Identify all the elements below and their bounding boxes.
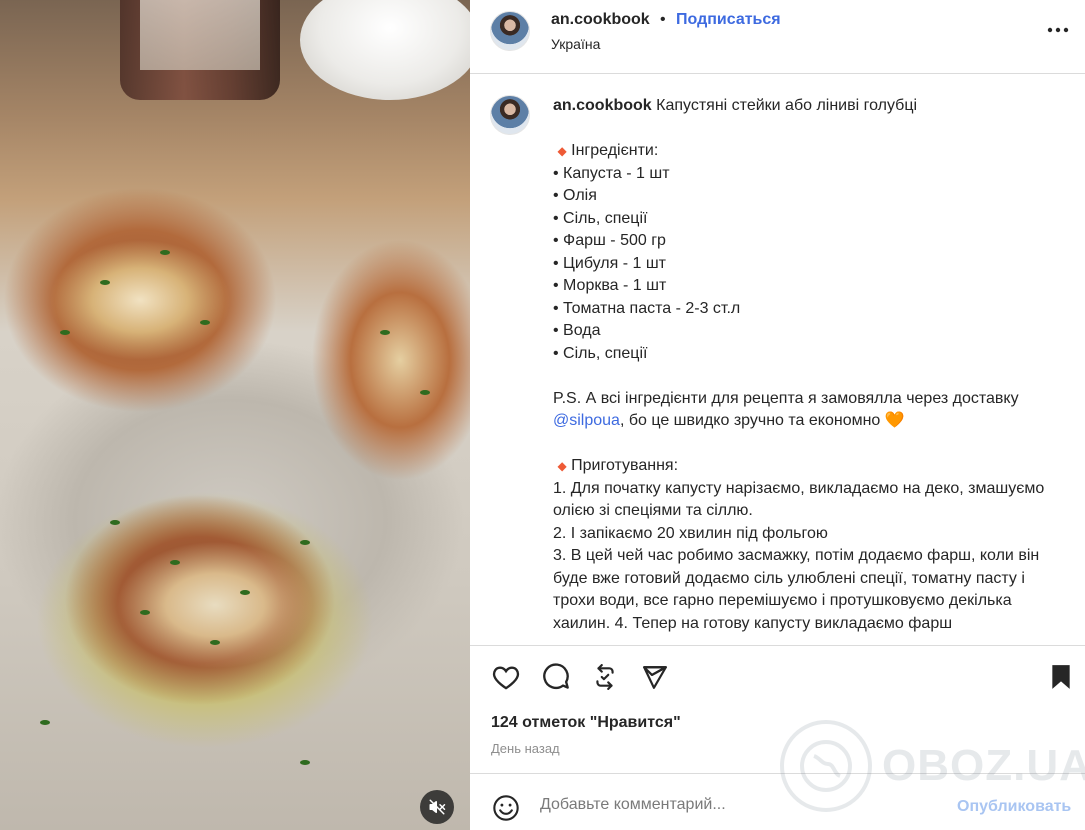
ingredient-item: • Фарш - 500 гр: [553, 232, 666, 249]
bottle-label: [140, 0, 260, 70]
step-item: 1. Для початку капусту нарізаємо, виклад…: [553, 479, 1049, 520]
bowl-background: [300, 0, 470, 100]
header-username[interactable]: an.cookbook: [551, 11, 650, 29]
like-button[interactable]: [490, 661, 522, 693]
diamond-icon: ◆: [557, 459, 567, 473]
ingredient-item: • Сіль, спеції: [553, 344, 648, 362]
follow-button[interactable]: Подписаться: [676, 11, 781, 29]
ingredient-item: • Морква - 1 шт: [553, 277, 667, 294]
send-icon: [643, 666, 667, 689]
post-time: День назад: [491, 741, 560, 756]
publish-button[interactable]: Опубликовать: [957, 798, 1071, 816]
mention-link[interactable]: @silpoua: [553, 412, 620, 429]
comment-bar: Опубликовать: [470, 773, 1085, 830]
step-item: 3. В цей чей час робимо засмажку, потім …: [553, 547, 1044, 632]
avatar[interactable]: [490, 11, 530, 51]
repost-icon: [596, 664, 614, 690]
repost-button[interactable]: [589, 661, 621, 693]
ingredient-item: • Томатна паста - 2-3 ст.л: [553, 299, 741, 317]
caption-title: Капустяні стейки або ліниві голубці: [656, 97, 918, 114]
ps-tail: , бо це швидко зручно та економно: [619, 412, 881, 429]
more-icon: [1047, 27, 1069, 33]
comment-icon: [543, 663, 569, 690]
heart-emoji-icon: 🧡: [884, 412, 905, 429]
mute-button[interactable]: [420, 790, 454, 824]
share-button[interactable]: [639, 661, 671, 693]
heart-icon: [492, 666, 520, 690]
cooking-heading: Приготування:: [571, 457, 679, 474]
post-caption: an.cookbook Капустяні стейки або ліниві …: [470, 75, 1085, 645]
location-link[interactable]: Україна: [551, 36, 600, 52]
post-side-panel: an.cookbook • Подписаться Україна an.coo…: [470, 0, 1085, 830]
emoji-button[interactable]: [490, 792, 522, 824]
ingredients-heading: Інгредієнти:: [571, 142, 659, 159]
ingredient-item: • Сіль, спеції: [553, 209, 648, 227]
ingredient-item: • Капуста - 1 шт: [553, 164, 670, 182]
speaker-muted-icon: [429, 799, 446, 815]
caption-text: an.cookbook Капустяні стейки або ліниві …: [553, 95, 1071, 635]
more-options-button[interactable]: [1046, 18, 1070, 42]
caption-username[interactable]: an.cookbook: [553, 97, 652, 114]
diamond-icon: ◆: [557, 144, 567, 158]
comment-input[interactable]: [540, 796, 940, 814]
post-header: an.cookbook • Подписаться Україна: [470, 0, 1085, 74]
ingredient-item: • Олія: [553, 187, 597, 204]
caption-avatar[interactable]: [490, 95, 530, 135]
separator-dot: •: [660, 11, 666, 28]
step-item: 2. І запікаємо 20 хвилин під фольгою: [553, 524, 828, 542]
post-photo[interactable]: [0, 0, 470, 830]
ps-text: P.S. А всі інгредієнти для рецепта я зам…: [553, 389, 1019, 407]
emoji-icon: [493, 795, 519, 821]
comment-button[interactable]: [540, 661, 572, 693]
likes-count[interactable]: 124 отметок "Нравится": [491, 714, 681, 732]
bookmark-icon: [1052, 665, 1070, 689]
ingredient-item: • Цибуля - 1 шт: [553, 254, 667, 272]
ingredient-item: • Вода: [553, 322, 601, 339]
save-button[interactable]: [1045, 661, 1077, 693]
